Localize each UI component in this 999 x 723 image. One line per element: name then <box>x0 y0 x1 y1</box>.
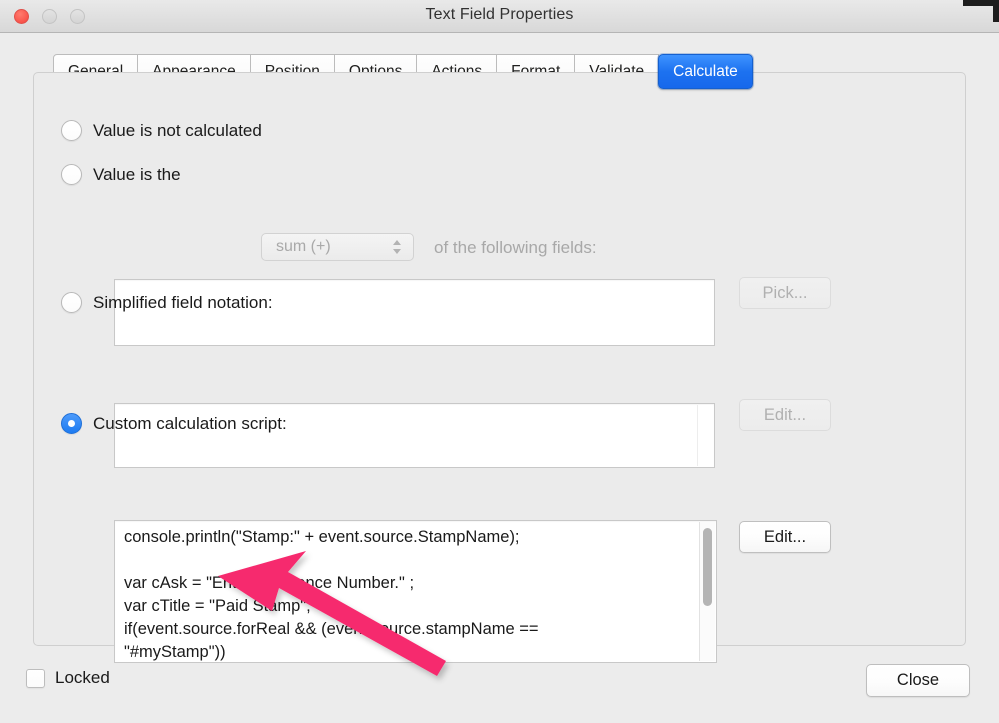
label-value-not-calculated: Value is not calculated <box>93 120 262 140</box>
custom-script-scrollbar[interactable] <box>699 522 715 661</box>
window-title: Text Field Properties <box>425 6 574 23</box>
label-custom-calculation-script: Custom calculation script: <box>93 413 287 433</box>
locked-checkbox-row[interactable]: Locked <box>26 668 110 688</box>
text-field-properties-window: Text Field Properties General Appearance… <box>0 0 999 723</box>
radio-row-value-is-the[interactable]: Value is the <box>61 164 181 185</box>
operation-select-value: sum (+) <box>276 238 331 255</box>
calculate-tab-panel: Value is not calculated Value is the sum… <box>33 72 966 663</box>
edit-custom-script-button[interactable]: Edit... <box>739 521 831 553</box>
label-simplified-field-notation: Simplified field notation: <box>93 292 273 312</box>
operation-select[interactable]: sum (+) <box>261 233 414 261</box>
close-button[interactable]: Close <box>866 664 970 697</box>
locked-checkbox[interactable] <box>26 668 45 688</box>
custom-script-input[interactable]: console.println("Stamp:" + event.source.… <box>114 520 717 663</box>
radio-row-simplified-field-notation[interactable]: Simplified field notation: <box>61 292 273 313</box>
tab-calculate[interactable]: Calculate <box>658 54 753 89</box>
label-of-the-following-fields: of the following fields: <box>434 238 597 257</box>
custom-script-scrollbar-thumb[interactable] <box>703 528 712 606</box>
pick-button[interactable]: Pick... <box>739 277 831 309</box>
radio-row-value-not-calculated[interactable]: Value is not calculated <box>61 120 262 141</box>
label-value-is-the: Value is the <box>93 164 181 184</box>
radio-custom-calculation-script[interactable] <box>61 413 82 434</box>
radio-value-not-calculated[interactable] <box>61 120 82 141</box>
window-titlebar: Text Field Properties <box>0 0 999 33</box>
screen-edge-artifact-vertical <box>993 0 999 22</box>
locked-label: Locked <box>55 668 110 687</box>
radio-simplified-field-notation[interactable] <box>61 292 82 313</box>
simplified-scrollbar[interactable] <box>697 405 713 466</box>
chevron-updown-icon <box>392 238 402 256</box>
edit-simplified-button[interactable]: Edit... <box>739 399 831 431</box>
radio-value-is-the[interactable] <box>61 164 82 185</box>
radio-row-custom-calculation-script[interactable]: Custom calculation script: <box>61 413 287 434</box>
custom-script-value: console.println("Stamp:" + event.source.… <box>124 528 539 661</box>
